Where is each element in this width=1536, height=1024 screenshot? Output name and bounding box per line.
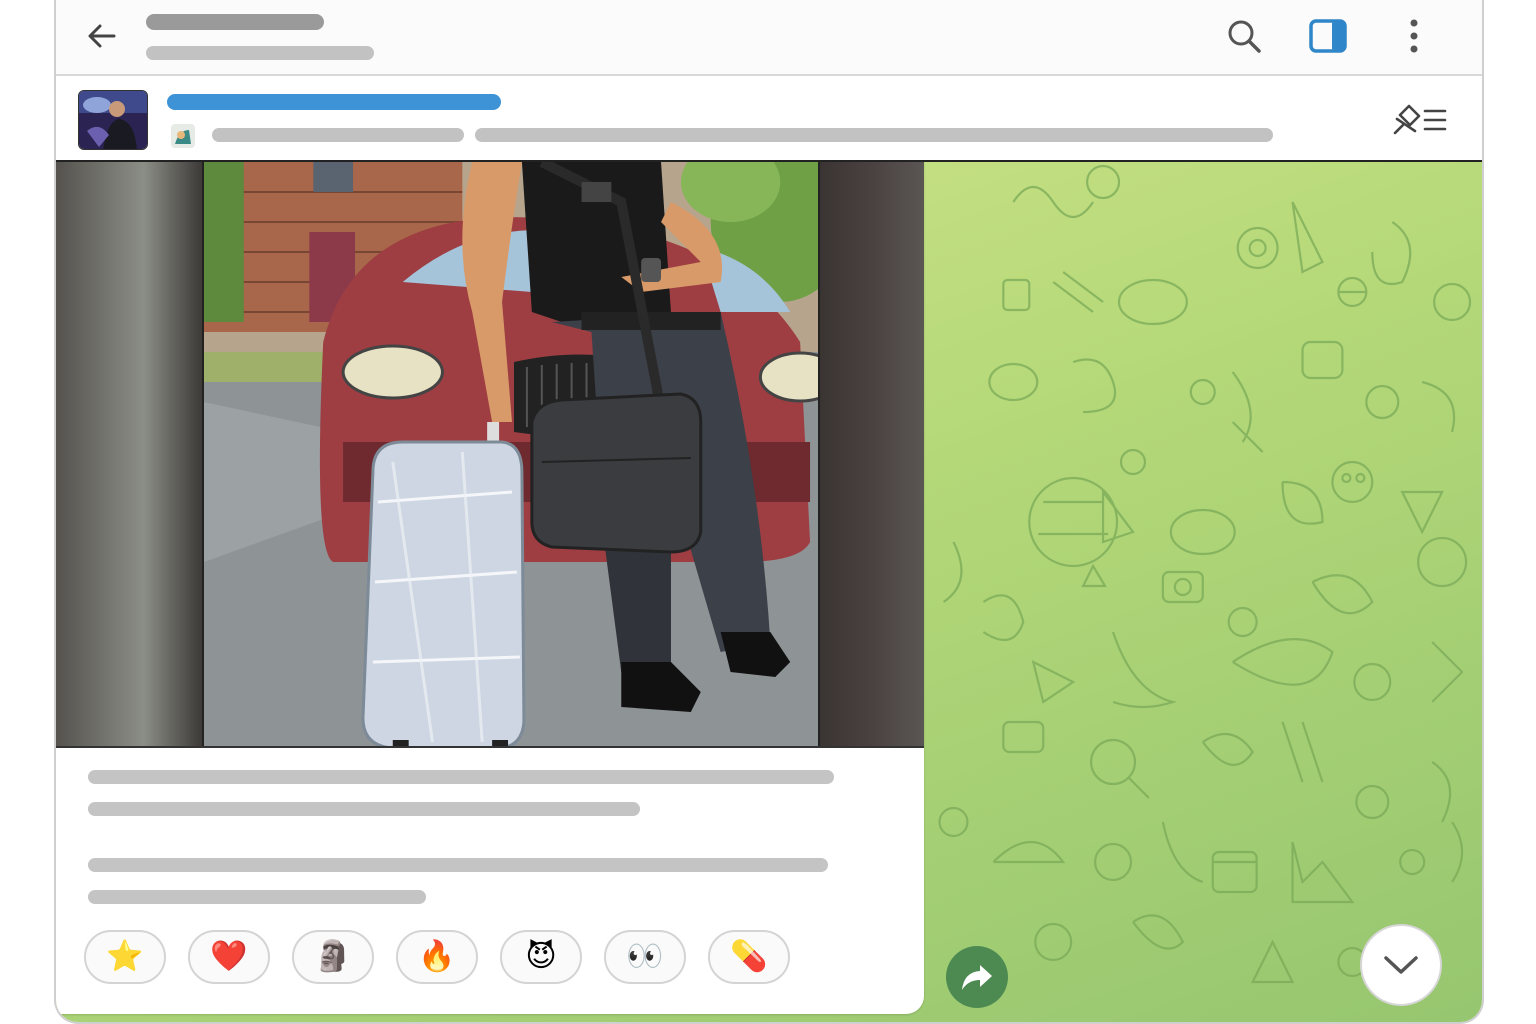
reaction-pill[interactable]: 💊 (708, 930, 790, 984)
pinned-text-placeholder-2 (475, 128, 1273, 142)
search-button[interactable] (1222, 14, 1266, 58)
fire-icon: 🔥 (418, 939, 456, 974)
message-bubble[interactable]: ⭐ ❤️ 🗿 🔥 😈 👀 💊 (56, 162, 924, 1014)
pinned-message-thumbnail (78, 90, 148, 150)
pinned-message-bar[interactable] (56, 76, 1482, 162)
pinned-preview-icon (169, 122, 197, 150)
chat-header (56, 0, 1482, 76)
reaction-star[interactable]: ⭐ (84, 930, 166, 984)
devil-icon: 😈 (525, 939, 557, 974)
arrow-left-icon (88, 24, 116, 48)
reaction-eyes[interactable]: 👀 (604, 930, 686, 984)
reaction-moai[interactable]: 🗿 (292, 930, 374, 984)
sidebar-toggle-button[interactable] (1306, 14, 1350, 58)
heart-icon: ❤️ (210, 939, 248, 974)
chat-title-placeholder (146, 14, 324, 30)
pinned-title-placeholder (167, 94, 501, 110)
moai-icon: 🗿 (314, 939, 352, 974)
message-text-placeholder-2 (88, 802, 640, 816)
sidebar-panel-icon (1309, 19, 1347, 53)
share-button[interactable] (946, 946, 1008, 1008)
pinned-list-button[interactable] (1388, 100, 1448, 140)
reactions-row: ⭐ ❤️ 🗿 🔥 😈 👀 💊 (84, 930, 790, 984)
pin-list-icon (1393, 104, 1447, 135)
scroll-to-bottom-button[interactable] (1360, 924, 1442, 1006)
message-text-placeholder-4 (88, 890, 426, 904)
pill-icon: 💊 (730, 939, 768, 974)
reaction-fire[interactable]: 🔥 (396, 930, 478, 984)
telegram-window: ⭐ ❤️ 🗿 🔥 😈 👀 💊 (54, 0, 1484, 1024)
chat-area[interactable]: ⭐ ❤️ 🗿 🔥 😈 👀 💊 (56, 162, 1482, 1022)
star-icon: ⭐ (106, 939, 144, 974)
chat-subtitle-placeholder (146, 46, 374, 60)
photo-blur-right (820, 162, 924, 746)
eyes-icon: 👀 (626, 939, 664, 974)
back-button[interactable] (82, 16, 122, 56)
more-menu-button[interactable] (1392, 14, 1436, 58)
search-icon (1228, 20, 1261, 53)
share-arrow-icon (962, 965, 992, 990)
pinned-text-placeholder (212, 128, 464, 142)
message-photo[interactable] (56, 162, 924, 748)
chevron-down-icon (1384, 956, 1418, 974)
reaction-heart[interactable]: ❤️ (188, 930, 270, 984)
reaction-devil[interactable]: 😈 (500, 930, 582, 984)
kebab-menu-icon (1410, 19, 1418, 53)
message-text-placeholder-1 (88, 770, 834, 784)
photo-blur-left (56, 162, 202, 746)
photo-image (202, 162, 820, 746)
message-text-placeholder-3 (88, 858, 828, 872)
